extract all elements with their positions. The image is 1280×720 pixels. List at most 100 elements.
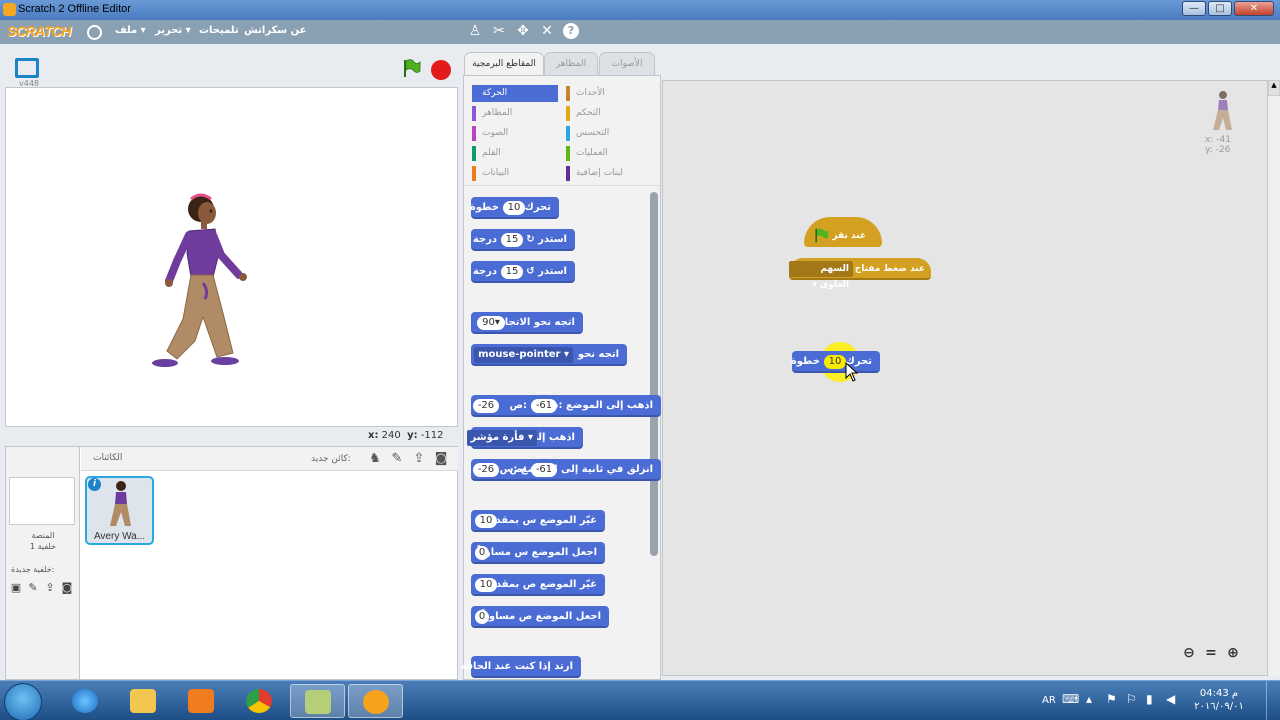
tab-sounds[interactable]: الأصوات	[599, 52, 655, 75]
upload-backdrop-icon[interactable]: ⇪	[43, 581, 57, 595]
language-globe-icon[interactable]	[87, 25, 102, 40]
action-center-icon[interactable]: ⚐	[1126, 692, 1137, 706]
system-clock[interactable]: 04:43 م ٢٠١٦/٠٩/٠١	[1186, 687, 1252, 713]
show-hidden-icons-icon[interactable]: ▴	[1086, 692, 1092, 706]
scratch-cat-icon	[363, 690, 389, 714]
block-set-y-to[interactable]: اجعل الموضع ص مساوياً 0	[471, 606, 609, 628]
block-change-y-by[interactable]: غيّر الموضع ص بمقدار 10	[471, 574, 605, 596]
taskbar-app[interactable]	[290, 684, 345, 718]
maximize-button[interactable]: □	[1208, 1, 1232, 16]
taskbar-ie[interactable]	[58, 684, 113, 718]
duplicate-stamp-icon[interactable]: ♙	[467, 23, 483, 39]
block-go-to[interactable]: اذهب إلى فأرة مؤشر ▾	[466, 427, 583, 449]
menu-edit[interactable]: تحرير ▾	[155, 25, 191, 36]
block-turn-right[interactable]: استدر ↻ 15 درجة	[471, 229, 575, 251]
script-area[interactable]	[662, 80, 1268, 676]
key-hat-label: عند ضغط مفتاح	[854, 264, 925, 274]
stage-thumbnail[interactable]	[9, 477, 75, 525]
block-change-x-by[interactable]: غيّر الموضع س بمقدار 10	[471, 510, 605, 532]
new-backdrop-tools: ▣ ✎ ⇪ ◙	[9, 581, 74, 595]
show-desktop-button[interactable]	[1266, 681, 1280, 720]
camera-sprite-icon[interactable]: ◙	[433, 451, 449, 467]
sprite-info-icon[interactable]: i	[88, 478, 101, 491]
sprite-thumbnail[interactable]: i Avery Wa...	[85, 476, 154, 545]
camera-backdrop-icon[interactable]: ◙	[60, 581, 74, 595]
keyboard-icon[interactable]: ⌨	[1062, 692, 1079, 706]
zoom-controls: ⊖ = ⊕	[1181, 645, 1241, 661]
stop-sign-icon[interactable]	[431, 60, 451, 80]
start-button[interactable]	[4, 683, 42, 720]
category-more-blocks[interactable]: لبنات إضافية	[566, 165, 652, 182]
category-data[interactable]: البيانات	[472, 165, 558, 182]
language-indicator[interactable]: AR	[1042, 695, 1056, 706]
current-sprite-info: x: -41 y: -26	[1205, 90, 1238, 155]
flag-hat-label: عند نقر	[832, 231, 866, 241]
category-operators[interactable]: العمليات	[566, 145, 652, 162]
taskbar-scratch[interactable]	[348, 684, 403, 718]
network-icon[interactable]: ▮	[1146, 692, 1153, 706]
scroll-up-arrow-icon[interactable]: ▲	[1268, 80, 1280, 96]
script-when-flag-clicked[interactable]: عند نقر	[804, 217, 882, 247]
stage-canvas[interactable]	[5, 87, 458, 427]
block-turn-left[interactable]: استدر ↺ 15 درجة	[471, 261, 575, 283]
block-go-to-xy[interactable]: اذهب إلى الموضع :س -61 :ص -26	[471, 395, 661, 417]
menu-tips[interactable]: تلميحات	[199, 25, 239, 36]
avery-walking-sprite[interactable]	[151, 191, 251, 376]
flag-notification-icon[interactable]: ⚑	[1106, 692, 1117, 706]
stage-column: المنصة خلفية 1 خلفية جديدة: ▣ ✎ ⇪ ◙	[6, 447, 80, 679]
sprites-header: الكائنات كائن جديد: ♞ ✎ ⇪ ◙	[81, 447, 458, 471]
category-pen[interactable]: القلم	[472, 145, 558, 162]
help-icon[interactable]: ?	[563, 23, 579, 39]
shrink-icon[interactable]: ✕	[539, 23, 555, 39]
minimize-button[interactable]: —	[1182, 1, 1206, 16]
backdrop-library-icon[interactable]: ▣	[9, 581, 23, 595]
tab-costumes[interactable]: المظاهر	[544, 52, 598, 75]
chrome-icon	[246, 689, 272, 713]
category-list: الحركة المظاهر الصوت القلم البيانات الأح…	[464, 76, 660, 186]
category-motion[interactable]: الحركة	[472, 85, 558, 102]
sprite-library-icon[interactable]: ♞	[367, 451, 383, 467]
taskbar-explorer[interactable]	[116, 684, 171, 718]
tab-scripts[interactable]: المقاطع البرمجية	[464, 52, 544, 76]
paint-sprite-icon[interactable]: ✎	[389, 451, 405, 467]
category-sensing[interactable]: التحسس	[566, 125, 652, 142]
block-glide-to-xy[interactable]: انزلق في ثانية إلى الموضع :س -61 :ص -26	[471, 459, 661, 481]
script-move-steps-block[interactable]: تحرك 10 خطوة	[791, 351, 880, 373]
green-flag-icon[interactable]	[401, 58, 421, 78]
zoom-in-icon[interactable]: ⊕	[1225, 645, 1241, 661]
fullscreen-icon[interactable]	[15, 58, 39, 78]
key-dropdown[interactable]: السهم العلوي ▾	[789, 261, 853, 290]
delete-scissors-icon[interactable]: ✂	[491, 23, 507, 39]
paint-backdrop-icon[interactable]: ✎	[26, 581, 40, 595]
volume-icon[interactable]: ◀	[1166, 692, 1175, 706]
script-area-scrollbar[interactable]: ▲	[1268, 80, 1280, 676]
block-bounce-on-edge[interactable]: ارتد إذا كنت عند الحافة	[460, 656, 581, 678]
grow-icon[interactable]: ✥	[515, 23, 531, 39]
menu-file[interactable]: ملف ▾	[115, 25, 146, 36]
clock-date: ٢٠١٦/٠٩/٠١	[1194, 701, 1244, 712]
window-title: Scratch 2 Offline Editor	[18, 3, 131, 15]
palette-scrollbar[interactable]	[650, 192, 658, 556]
category-sound[interactable]: الصوت	[472, 125, 558, 142]
toolbar: ♙ ✂ ✥ ✕ ?	[467, 23, 579, 39]
script-when-key-pressed[interactable]: عند ضغط مفتاح السهم العلوي ▾	[789, 258, 931, 290]
stage-header: v448	[5, 52, 458, 88]
window-controls: — □ ✕	[1182, 1, 1274, 16]
sprite-name: Avery Wa...	[93, 531, 146, 542]
close-button[interactable]: ✕	[1234, 1, 1274, 16]
category-events[interactable]: الأحداث	[566, 85, 652, 102]
menu-about[interactable]: عن سكراتش	[244, 25, 307, 36]
taskbar-media[interactable]	[174, 684, 229, 718]
upload-sprite-icon[interactable]: ⇪	[411, 451, 427, 467]
scratch-logo[interactable]: SCRATCH	[7, 23, 71, 41]
taskbar-chrome[interactable]	[232, 684, 287, 718]
category-looks[interactable]: المظاهر	[472, 105, 558, 122]
block-point-in-direction[interactable]: اتجه نحو الاتجاه 90▾	[471, 312, 583, 334]
new-backdrop-label: خلفية جديدة:	[11, 565, 55, 574]
block-set-x-to[interactable]: اجعل الموضع س مساوياً 0	[471, 542, 605, 564]
zoom-out-icon[interactable]: ⊖	[1181, 645, 1197, 661]
category-control[interactable]: التحكم	[566, 105, 652, 122]
block-point-towards[interactable]: اتجه نحو mouse-pointer ▾	[471, 344, 627, 366]
block-move-steps[interactable]: تحرك 10 خطوة	[470, 197, 559, 219]
zoom-reset-icon[interactable]: =	[1203, 645, 1219, 661]
